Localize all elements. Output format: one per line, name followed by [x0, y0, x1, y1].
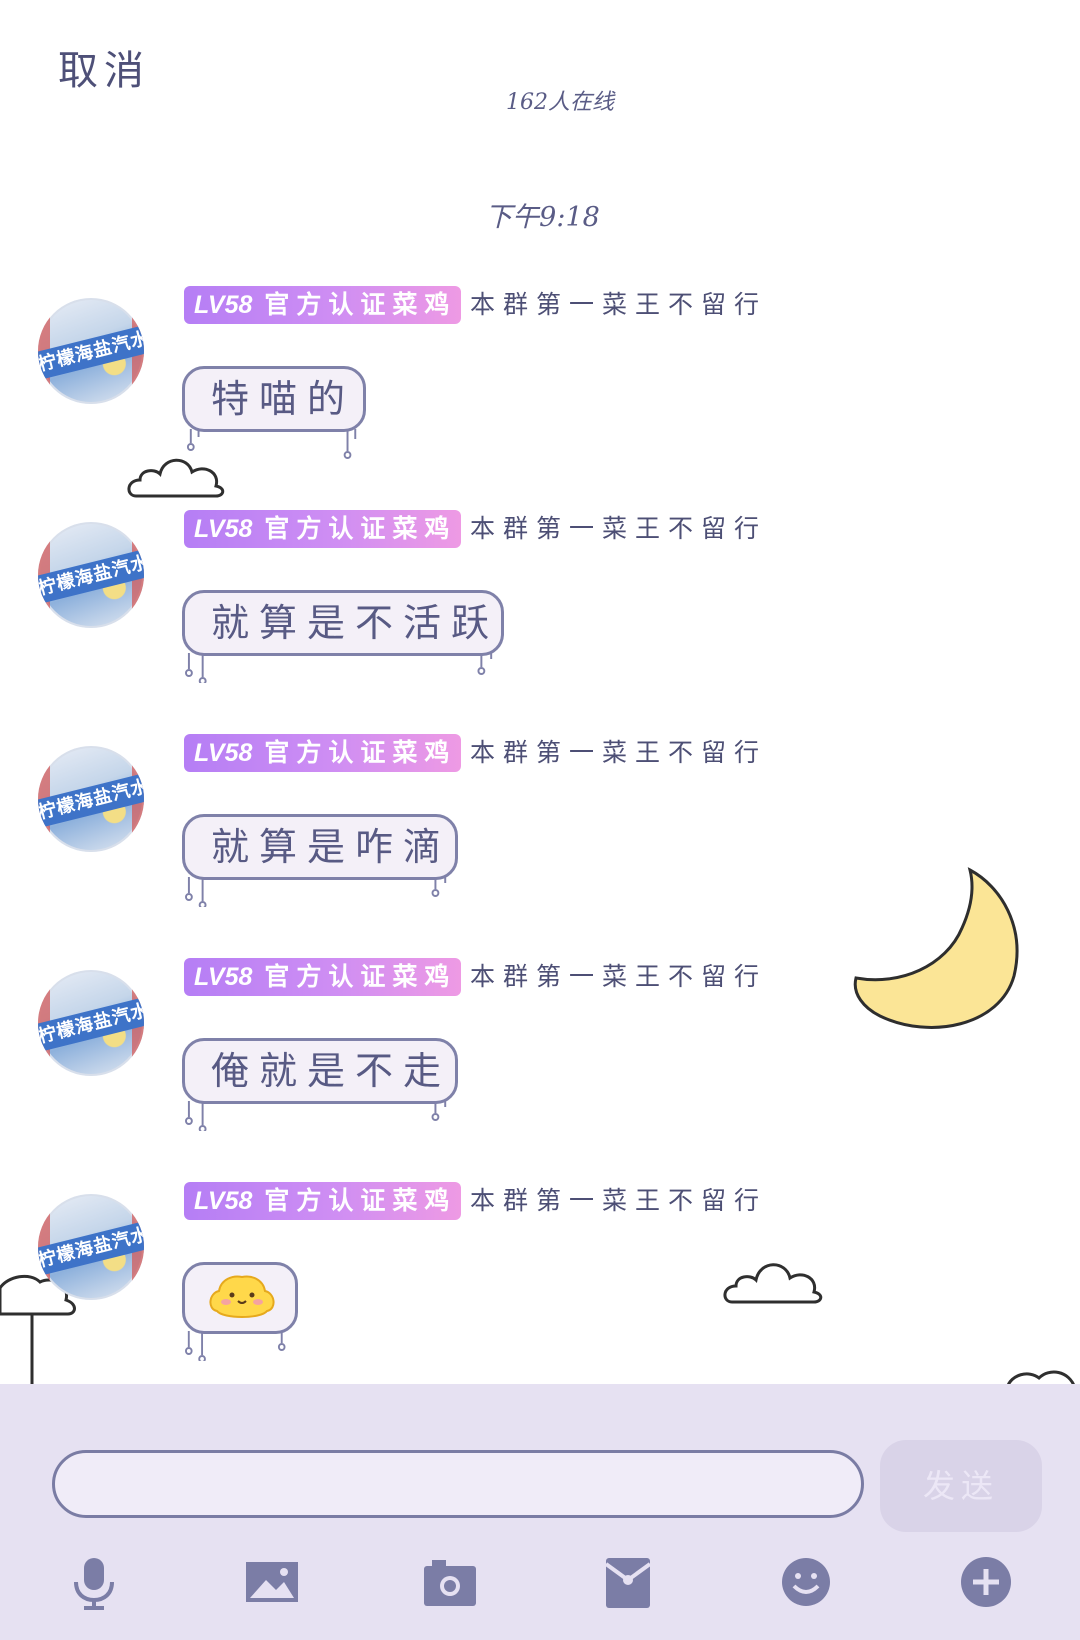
message-item: 柠檬海盐汽水 LV58 官方认证菜鸡 本群第一菜王不留行 就算是咋滴 [0, 734, 1080, 949]
message-item: 柠檬海盐汽水 LV58 官方认证菜鸡 本群第一菜王不留行 特喵的 [0, 286, 1080, 501]
drip-decoration [186, 429, 357, 459]
avatar[interactable]: 柠檬海盐汽水 [38, 1194, 144, 1300]
message-item: 柠檬海盐汽水 LV58 官方认证菜鸡 本群第一菜王不留行 俺就是不走 [0, 958, 1080, 1173]
message-input[interactable] [52, 1450, 864, 1518]
avatar[interactable]: 柠檬海盐汽水 [38, 522, 144, 628]
sender-nickname: 本群第一菜王不留行 [470, 290, 768, 319]
level-badge: LV58 官方认证菜鸡 [184, 1182, 461, 1220]
sender-nickname: 本群第一菜王不留行 [470, 514, 768, 543]
message-bubble[interactable] [182, 1262, 298, 1361]
level-badge: LV58 官方认证菜鸡 [184, 958, 461, 996]
drip-decoration [185, 653, 493, 683]
message-bubble[interactable]: 俺就是不走 [182, 1038, 458, 1131]
level-badge: LV58 官方认证菜鸡 [184, 510, 461, 548]
avatar[interactable]: 柠檬海盐汽水 [38, 746, 144, 852]
avatar[interactable]: 柠檬海盐汽水 [38, 298, 144, 404]
message-text: 俺就是不走 [211, 1049, 452, 1093]
compose-bar: 发送 [0, 1384, 1080, 1640]
drip-decoration [185, 1331, 286, 1361]
message-text: 就算是咋滴 [211, 825, 452, 869]
red-packet-icon[interactable] [600, 1554, 656, 1610]
message-timestamp: 下午9:18 [485, 202, 600, 233]
online-count: 162人在线 [506, 90, 614, 115]
message-bubble[interactable]: 就算是不活跃 [182, 590, 504, 683]
yellow-chick-emoji-icon [209, 1275, 275, 1318]
sender-nickname: 本群第一菜王不留行 [470, 962, 768, 991]
level-badge: LV58 官方认证菜鸡 [184, 286, 461, 324]
drip-decoration [185, 877, 447, 907]
message-item: 柠檬海盐汽水 LV58 官方认证菜鸡 本群第一菜王不留行 就算是不活跃 [0, 510, 1080, 725]
message-item: 柠檬海盐汽水 LV58 官方认证菜鸡 本群第一菜王不留行 [0, 1182, 1080, 1397]
sender-nickname: 本群第一菜王不留行 [470, 738, 768, 767]
microphone-icon[interactable] [66, 1554, 122, 1610]
message-bubble[interactable]: 特喵的 [182, 366, 366, 459]
level-badge: LV58 官方认证菜鸡 [184, 734, 461, 772]
emoji-icon[interactable] [778, 1554, 834, 1610]
drip-decoration [185, 1101, 447, 1131]
message-bubble[interactable]: 就算是咋滴 [182, 814, 458, 907]
message-text: 特喵的 [211, 377, 356, 421]
camera-icon[interactable] [422, 1554, 478, 1610]
image-icon[interactable] [244, 1554, 300, 1610]
plus-icon[interactable] [958, 1554, 1014, 1610]
avatar[interactable]: 柠檬海盐汽水 [38, 970, 144, 1076]
message-text: 就算是不活跃 [211, 601, 500, 645]
sender-nickname: 本群第一菜王不留行 [470, 1186, 768, 1215]
send-button[interactable]: 发送 [880, 1440, 1042, 1532]
